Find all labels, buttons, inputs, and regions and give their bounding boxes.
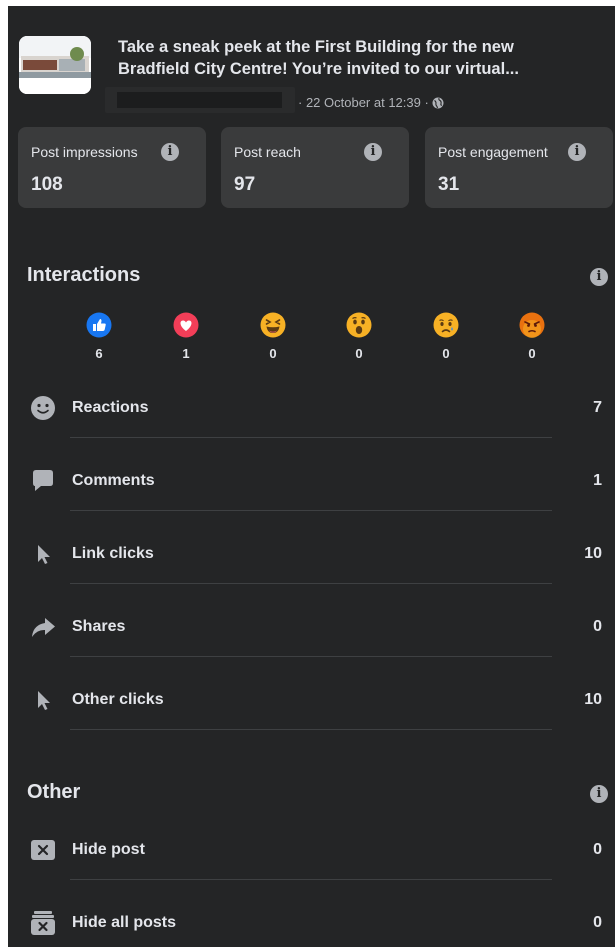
metric-row-shares[interactable]: Shares 0: [28, 612, 602, 642]
post-title-line: Take a sneak peek at the First Building …: [118, 38, 514, 56]
metric-label: Link clicks: [72, 545, 154, 562]
reaction-wow: 0: [339, 312, 379, 361]
share-icon: [32, 618, 55, 637]
haha-icon: [260, 312, 286, 338]
metric-row-hide-post[interactable]: Hide post 0: [28, 835, 602, 865]
stat-card-impressions: Post impressions 108 i: [18, 127, 206, 208]
metric-row-reactions[interactable]: Reactions 7: [28, 393, 602, 423]
stat-value: 97: [234, 174, 256, 195]
reaction-count: 0: [528, 346, 536, 361]
building-image: [19, 36, 91, 94]
reaction-angry: 0: [512, 312, 552, 361]
divider: [70, 583, 552, 584]
section-title-interactions: Interactions: [27, 264, 141, 286]
stat-label: Post impressions: [31, 144, 138, 160]
reaction-like: 6: [79, 312, 119, 361]
sad-icon: [433, 312, 459, 338]
metric-row-other-clicks[interactable]: Other clicks 10: [28, 685, 602, 715]
metric-label: Hide all posts: [72, 914, 177, 931]
info-icon[interactable]: i: [590, 268, 608, 286]
stat-label: Post engagement: [438, 144, 548, 160]
reaction-sad: 0: [426, 312, 466, 361]
love-icon: [173, 312, 199, 338]
metric-label: Hide post: [72, 841, 145, 858]
angry-icon: [519, 312, 545, 338]
cursor-icon: [38, 545, 50, 564]
metric-value: 10: [584, 691, 602, 708]
metric-label: Shares: [72, 618, 126, 635]
metric-value: 0: [593, 914, 602, 931]
info-icon[interactable]: i: [161, 143, 179, 161]
comment-icon: [33, 470, 53, 491]
metric-value: 1: [593, 472, 602, 489]
info-icon[interactable]: i: [590, 785, 608, 803]
post-thumbnail[interactable]: [19, 36, 91, 94]
metric-label: Reactions: [72, 399, 149, 416]
reaction-haha: 0: [253, 312, 293, 361]
section-title-other: Other: [27, 781, 81, 803]
metric-value: 0: [593, 618, 602, 635]
divider: [70, 510, 552, 511]
post-meta: · 22 October at 12:39 ·: [298, 95, 444, 110]
stat-label: Post reach: [234, 144, 301, 160]
info-icon[interactable]: i: [364, 143, 382, 161]
post-title-line: Bradfield City Centre! You’re invited to…: [118, 60, 519, 78]
metric-label: Other clicks: [72, 691, 164, 708]
stat-value: 31: [438, 174, 460, 195]
wow-icon: [346, 312, 372, 338]
metric-label: Comments: [72, 472, 155, 489]
post-insights-panel: Take a sneak peek at the First Building …: [8, 6, 615, 947]
metric-value: 0: [593, 841, 602, 858]
metric-row-comments[interactable]: Comments 1: [28, 466, 602, 496]
cursor-icon: [38, 691, 50, 710]
info-icon[interactable]: i: [568, 143, 586, 161]
redacted-page-name: [105, 87, 295, 113]
reaction-count: 0: [442, 346, 450, 361]
stat-value: 108: [31, 174, 63, 195]
hide-all-icon: [31, 911, 55, 935]
like-icon: [86, 312, 112, 338]
reaction-love: 1: [166, 312, 206, 361]
metric-value: 7: [593, 399, 602, 416]
smiley-icon: [31, 396, 55, 420]
reaction-count: 1: [182, 346, 190, 361]
post-title[interactable]: Take a sneak peek at the First Building …: [118, 36, 598, 80]
post-date[interactable]: · 22 October at 12:39 ·: [298, 95, 429, 110]
globe-icon: [432, 97, 444, 108]
stat-card-reach: Post reach 97 i: [221, 127, 409, 208]
stat-card-engagement: Post engagement 31 i: [425, 127, 613, 208]
divider: [70, 879, 552, 880]
divider: [70, 437, 552, 438]
hide-post-icon: [31, 840, 55, 860]
reaction-count: 0: [269, 346, 277, 361]
metric-value: 10: [584, 545, 602, 562]
divider: [70, 729, 552, 730]
reaction-count: 6: [95, 346, 103, 361]
divider: [70, 656, 552, 657]
metric-row-link-clicks[interactable]: Link clicks 10: [28, 539, 602, 569]
reaction-count: 0: [355, 346, 363, 361]
metric-row-hide-all-posts[interactable]: Hide all posts 0: [28, 908, 602, 938]
